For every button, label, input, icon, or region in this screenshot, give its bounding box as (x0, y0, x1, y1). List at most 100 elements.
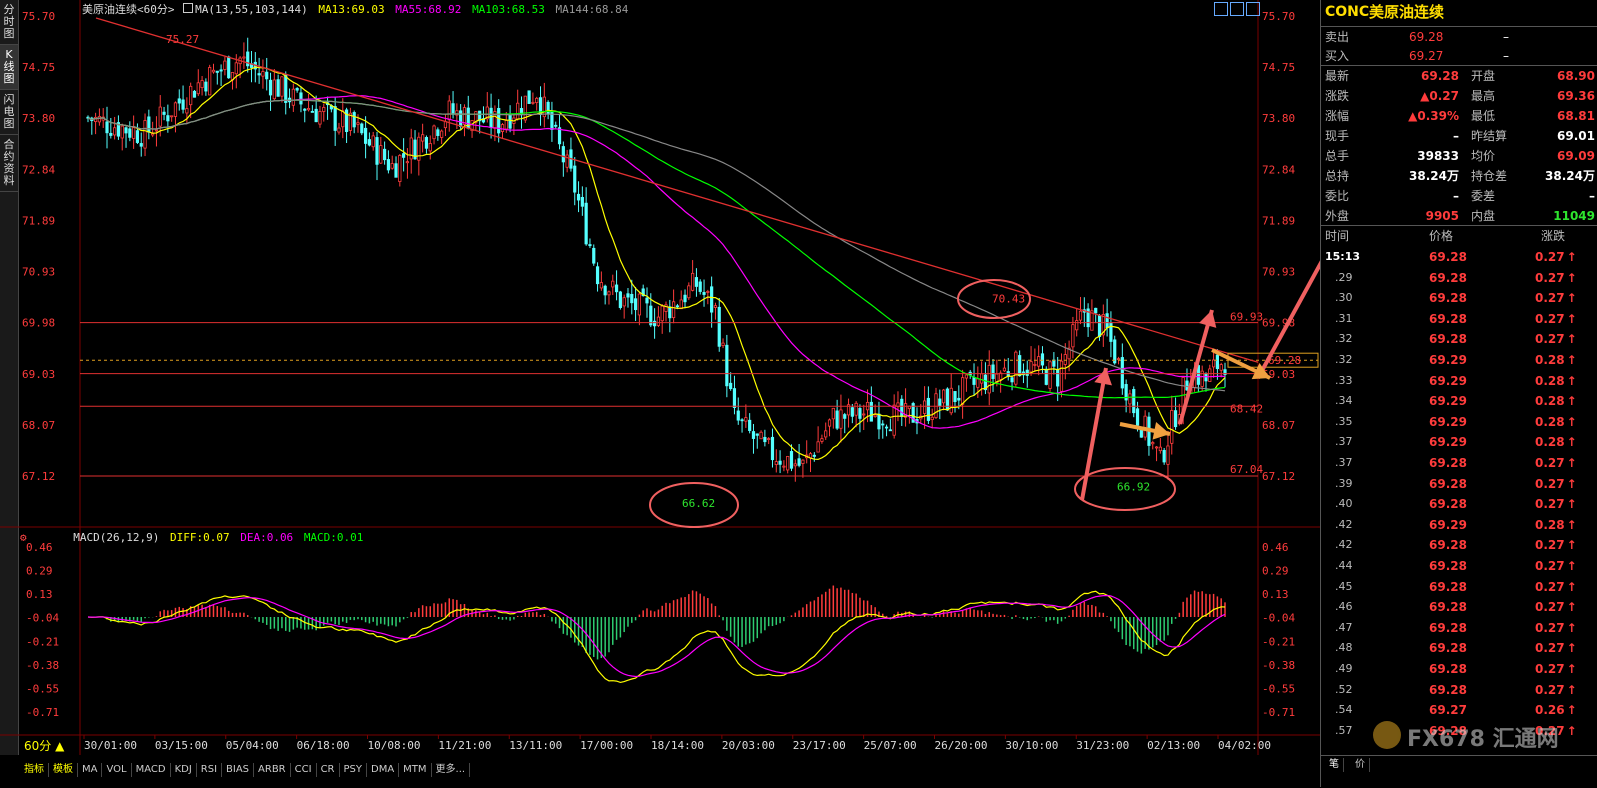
tab-mtm[interactable]: MTM (399, 763, 432, 777)
stat-row: 最新 69.28 开盘 68.90 (1321, 66, 1597, 86)
draw-icon[interactable] (1230, 2, 1244, 16)
buy-price: 69.27 (1409, 49, 1444, 63)
up-arrow-icon: ↑ (1566, 641, 1577, 656)
level-label: 67.04 (1230, 463, 1263, 476)
tab-template[interactable]: 模板 (49, 763, 78, 777)
stat-value-text: 0.27 (1429, 89, 1459, 103)
kline-chart[interactable]: 75.70 75.70 74.75 74.75 73.80 73.80 72.84 72.84… (0, 0, 1320, 755)
ma-toggle-icon[interactable] (183, 3, 194, 13)
stat-value: 38.24万 (1545, 169, 1595, 183)
candle-body (991, 364, 995, 379)
up-arrow-icon: ↑ (1566, 291, 1577, 306)
candle-body (630, 293, 634, 304)
tab-vol[interactable]: VOL (102, 763, 132, 777)
candle-body (162, 111, 166, 115)
tab-ticks[interactable]: 笔 (1325, 758, 1344, 772)
zoom-icon[interactable] (1214, 2, 1228, 16)
tick-row: .48 69.28 0.27 ↑ (1321, 638, 1597, 659)
tab-rsi[interactable]: RSI (197, 763, 223, 777)
up-arrow (1080, 367, 1108, 501)
stat-label: 开盘 (1471, 69, 1496, 83)
chart-title: 美原油连续 (82, 3, 137, 16)
tick-price: 69.29 (1429, 414, 1467, 429)
tab-more[interactable]: 更多... (432, 763, 471, 777)
candle-body (143, 120, 147, 149)
tick-change-text: 0.27 (1535, 332, 1565, 347)
candle-body (280, 76, 284, 97)
candle-body (284, 74, 288, 103)
tick-change: 0.27 ↑ (1535, 309, 1577, 329)
candle-body (504, 119, 508, 130)
candle-body (1173, 410, 1178, 428)
sell-volume: – (1503, 30, 1509, 44)
price-tick-left: 69.98 (22, 317, 55, 330)
tick-time: .29 (1335, 270, 1353, 284)
candle-body (192, 90, 197, 98)
candle-body (1044, 368, 1048, 385)
macd-tick-right: 0.46 (1262, 541, 1289, 554)
candle-body (1143, 415, 1147, 438)
stat-value: – (1385, 126, 1459, 146)
settings-icon[interactable] (1246, 2, 1260, 16)
stat-value: 68.90 (1557, 69, 1595, 83)
tab-cr[interactable]: CR (317, 763, 340, 777)
up-arrow-icon: ↑ (1566, 538, 1577, 553)
macd-settings-icon[interactable]: ⚙ (20, 531, 27, 544)
candle-body (1158, 446, 1162, 452)
candle-body (242, 56, 246, 59)
stat-row: 涨幅 ▲0.39% 最低 68.81 (1321, 106, 1597, 126)
stat-value: 69.09 (1557, 149, 1595, 163)
macd-tick-right: -0.71 (1262, 706, 1295, 719)
stat-row: 现手 – 昨结算 69.01 (1321, 126, 1597, 146)
current-price-label: 69.28 (1268, 354, 1301, 367)
period-select-button[interactable]: 60分 ▲ (20, 739, 68, 753)
tab-cci[interactable]: CCI (291, 763, 317, 777)
tab-kdj[interactable]: KDJ (171, 763, 197, 777)
up-arrow-icon: ↑ (1566, 394, 1577, 409)
up-arrow-icon: ↑ (1566, 620, 1577, 635)
tick-price: 69.28 (1429, 250, 1467, 264)
price-tick-right: 70.93 (1262, 266, 1295, 279)
candle-body (173, 102, 178, 117)
stat-label: 持仓差 (1471, 169, 1508, 183)
candle-body (930, 416, 934, 421)
candle-body (303, 108, 307, 111)
candle-body (957, 397, 961, 401)
stat-value: 38.24万 (1385, 166, 1459, 186)
candle-body (987, 364, 991, 394)
stat-label: 最高 (1471, 89, 1496, 103)
candle-body (683, 294, 687, 303)
candle-body (1113, 339, 1117, 364)
candle-body (1219, 364, 1223, 371)
candle-body (1166, 445, 1170, 465)
tab-arbr[interactable]: ARBR (254, 763, 291, 777)
macd-label: MACD(26,12,9) (73, 531, 160, 544)
candle-body (113, 127, 117, 136)
tick-price: 69.28 (1429, 641, 1467, 656)
candle-body (645, 297, 649, 304)
price-tick-right: 68.07 (1262, 419, 1295, 432)
tab-macd[interactable]: MACD (132, 763, 171, 777)
candle-body (227, 56, 231, 79)
tab-ma[interactable]: MA (78, 763, 103, 777)
tick-row: .46 69.28 0.27 ↑ (1321, 597, 1597, 618)
tick-price: 69.28 (1429, 662, 1467, 676)
candle-body (318, 111, 322, 125)
tab-bias[interactable]: BIAS (222, 763, 255, 777)
tab-dma[interactable]: DMA (367, 763, 400, 777)
tab-indicator[interactable]: 指标 (20, 763, 49, 777)
tab-psy[interactable]: PSY (340, 763, 367, 777)
candle-body (862, 413, 866, 416)
tab-price[interactable]: 价 (1351, 758, 1370, 772)
up-arrow-icon: ↑ (1566, 703, 1577, 718)
stat-label: 内盘 (1471, 209, 1496, 223)
quote-title: CONC 美原油连续 (1321, 2, 1597, 24)
candle-body (299, 92, 303, 105)
time-tick: 17/00:00 (580, 739, 633, 752)
tick-change-text: 0.28 (1535, 517, 1565, 532)
candle-body (656, 316, 661, 326)
candle-body (710, 286, 714, 313)
candle-body (181, 99, 185, 110)
sell-label: 卖出 (1325, 30, 1350, 44)
stat-value-text: – (1453, 129, 1459, 143)
